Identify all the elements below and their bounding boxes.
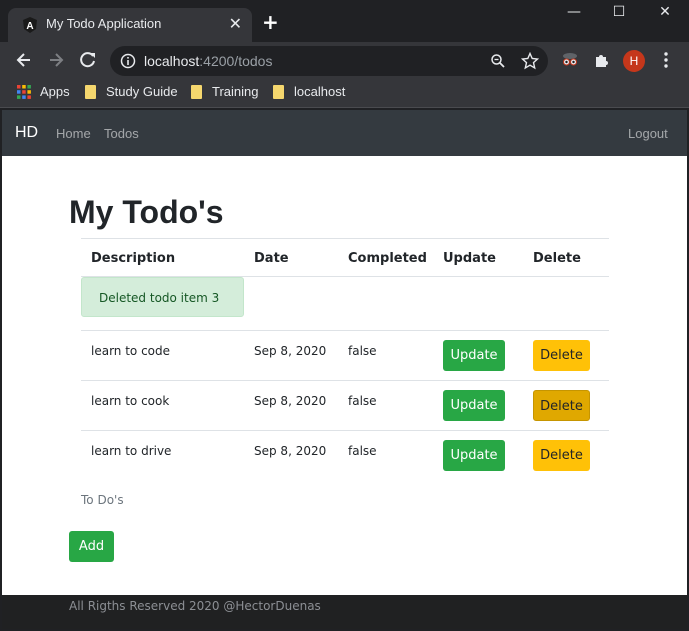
folder-icon (191, 85, 202, 99)
column-header-date: Date (254, 251, 289, 266)
url-text[interactable]: localhost:4200/todos (144, 53, 272, 69)
info-icon[interactable] (120, 53, 136, 69)
column-header-update: Update (443, 251, 496, 266)
angular-icon: A (23, 17, 37, 33)
update-button[interactable]: Update (443, 440, 505, 471)
apps-grid-icon[interactable] (17, 85, 31, 99)
todo-description: learn to cook (91, 394, 170, 408)
table-caption: To Do's (81, 493, 124, 507)
browser-titlebar: A My Todo Application ✕ + — ☐ ✕ (0, 0, 689, 42)
navbar-brand[interactable]: HD (15, 124, 38, 142)
delete-button[interactable]: Delete (533, 440, 590, 471)
profile-avatar[interactable]: H (623, 50, 645, 72)
column-header-description: Description (91, 251, 176, 266)
close-window-button[interactable]: ✕ (645, 4, 685, 24)
update-button[interactable]: Update (443, 340, 505, 371)
todo-date: Sep 8, 2020 (254, 394, 327, 408)
todo-date: Sep 8, 2020 (254, 344, 327, 358)
minimize-button[interactable]: — (554, 4, 594, 24)
bookmark-training[interactable]: Training (212, 84, 258, 99)
delete-button[interactable]: Delete (533, 390, 590, 421)
todo-completed: false (348, 394, 377, 408)
footer-text: All Rigths Reserved 2020 @HectorDuenas (69, 599, 321, 613)
bookmark-star-icon[interactable] (521, 52, 539, 70)
add-todo-button[interactable]: Add (69, 531, 114, 562)
tab-close-icon[interactable]: ✕ (229, 14, 242, 33)
browser-tab[interactable]: A My Todo Application ✕ (8, 8, 252, 42)
folder-icon (273, 85, 284, 99)
extension-incognito-icon[interactable] (560, 50, 580, 70)
delete-button[interactable]: Delete (533, 340, 590, 371)
todo-completed: false (348, 344, 377, 358)
tab-title: My Todo Application (46, 16, 162, 31)
svg-text:A: A (26, 21, 33, 32)
extensions-puzzle-icon[interactable] (592, 50, 612, 70)
page-title: My Todo's (69, 194, 224, 230)
page-footer: All Rigths Reserved 2020 @HectorDuenas (2, 595, 687, 629)
todo-description: learn to drive (91, 444, 172, 458)
bookmark-localhost[interactable]: localhost (294, 84, 345, 99)
todo-completed: false (348, 444, 377, 458)
reload-icon[interactable] (78, 50, 98, 70)
nav-link-logout[interactable]: Logout (628, 126, 668, 141)
column-header-completed: Completed (348, 251, 427, 266)
back-arrow-icon[interactable] (14, 50, 34, 70)
row-divider (81, 430, 609, 431)
address-bar[interactable]: localhost:4200/todos (110, 46, 548, 76)
page-viewport: HD Home Todos Logout My Todo's Descripti… (2, 110, 687, 629)
bookmark-study-guide[interactable]: Study Guide (106, 84, 178, 99)
update-button[interactable]: Update (443, 390, 505, 421)
nav-link-todos[interactable]: Todos (104, 126, 139, 141)
more-menu-icon[interactable] (656, 50, 676, 70)
bookmarks-bar: Apps Study Guide Training localhost (0, 78, 689, 108)
nav-link-home[interactable]: Home (56, 126, 91, 141)
app-navbar: HD Home Todos Logout (2, 110, 687, 156)
row-divider (81, 380, 609, 381)
table-top-border (81, 238, 609, 239)
new-tab-button[interactable]: + (262, 12, 279, 32)
todo-description: learn to code (91, 344, 171, 358)
row-divider (81, 330, 609, 331)
maximize-button[interactable]: ☐ (599, 4, 639, 24)
bookmark-apps[interactable]: Apps (40, 84, 70, 99)
column-header-delete: Delete (533, 251, 581, 266)
todo-date: Sep 8, 2020 (254, 444, 327, 458)
folder-icon (85, 85, 96, 99)
zoom-icon[interactable] (490, 53, 506, 69)
browser-toolbar: localhost:4200/todos H (0, 42, 689, 78)
success-alert: Deleted todo item 3 (81, 277, 244, 317)
forward-arrow-icon[interactable] (46, 50, 66, 70)
